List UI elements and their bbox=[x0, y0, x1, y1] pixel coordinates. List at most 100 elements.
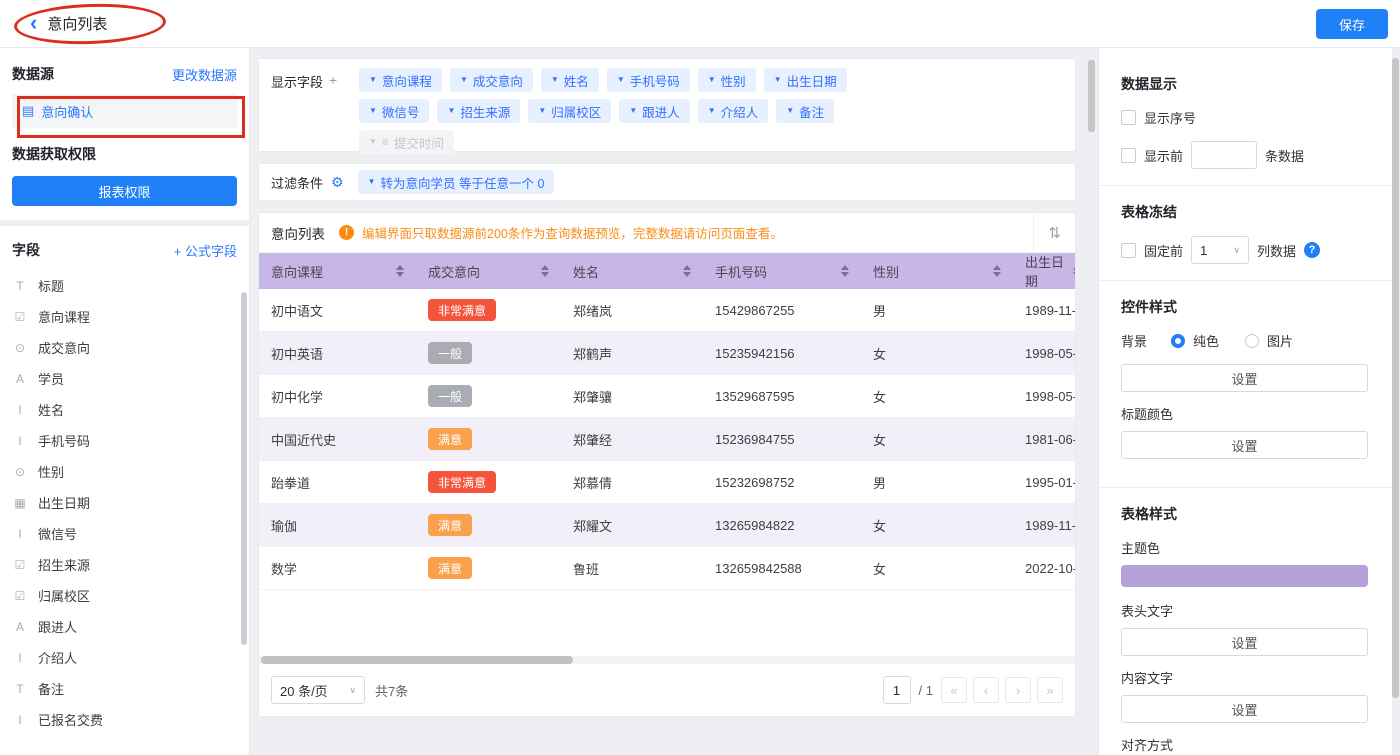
left-scrollbar[interactable] bbox=[241, 292, 247, 645]
field-chip[interactable]: ▼手机号码 bbox=[607, 68, 690, 92]
cell-text: 15236984755 bbox=[715, 432, 795, 447]
column-header[interactable]: 性别 bbox=[861, 253, 1013, 289]
field-item[interactable]: I手机号码 bbox=[12, 425, 237, 456]
field-chip[interactable]: ▼姓名 bbox=[541, 68, 599, 92]
chip-label: 微信号 bbox=[382, 102, 420, 121]
sorter-icon[interactable] bbox=[396, 265, 404, 277]
first-page-icon[interactable]: « bbox=[941, 677, 967, 703]
table-row[interactable]: 跆拳道非常满意郑慕倩15232698752男1995-01- bbox=[259, 461, 1076, 504]
header-text-set-button[interactable]: 设置 bbox=[1121, 628, 1368, 656]
field-chip[interactable]: ▼介绍人 bbox=[698, 99, 768, 123]
permission-title: 数据获取权限 bbox=[12, 144, 237, 164]
field-chip[interactable]: ▼备注 bbox=[776, 99, 834, 123]
add-field-icon[interactable]: + bbox=[329, 72, 337, 142]
cell-text: 郑慕倩 bbox=[573, 473, 612, 492]
page-size-select[interactable]: 20 条/页 ∨ bbox=[271, 676, 365, 704]
help-icon[interactable]: ? bbox=[1304, 242, 1320, 258]
sorter-icon[interactable] bbox=[993, 265, 1001, 277]
field-chip[interactable]: ▼归属校区 bbox=[528, 99, 611, 123]
intent-badge: 满意 bbox=[428, 514, 472, 536]
field-item[interactable]: ⊙性别 bbox=[12, 456, 237, 487]
column-header[interactable]: 姓名 bbox=[561, 253, 703, 289]
table-cell: 郑肇骧 bbox=[561, 375, 703, 417]
save-button[interactable]: 保存 bbox=[1316, 9, 1388, 39]
theme-color-swatch[interactable] bbox=[1121, 565, 1368, 587]
text-field-icon: I bbox=[12, 527, 28, 541]
solid-color-label: 纯色 bbox=[1193, 331, 1219, 350]
current-page[interactable]: 1 bbox=[883, 676, 911, 704]
table-row[interactable]: 中国近代史满意郑肇经15236984755女1981-06- bbox=[259, 418, 1076, 461]
field-item[interactable]: A跟进人 bbox=[12, 611, 237, 642]
field-chip[interactable]: ▼性别 bbox=[698, 68, 756, 92]
title-color-set-button[interactable]: 设置 bbox=[1121, 431, 1368, 459]
add-formula-field-link[interactable]: + 公式字段 bbox=[174, 241, 237, 260]
field-item[interactable]: I微信号 bbox=[12, 518, 237, 549]
cell-text: 数学 bbox=[271, 559, 297, 578]
field-item[interactable]: I已报名交费 bbox=[12, 704, 237, 735]
field-chip[interactable]: ▼微信号 bbox=[359, 99, 429, 123]
freeze-count-select[interactable]: 1 ∨ bbox=[1191, 236, 1249, 264]
last-page-icon[interactable]: » bbox=[1037, 677, 1063, 703]
field-chip[interactable]: ▼成交意向 bbox=[450, 68, 533, 92]
sorter-icon[interactable] bbox=[683, 265, 691, 277]
field-item[interactable]: ☑意向课程 bbox=[12, 301, 237, 332]
middle-scrollbar[interactable] bbox=[1088, 60, 1095, 132]
field-item[interactable]: I介绍人 bbox=[12, 642, 237, 673]
column-header[interactable]: 出生日期 bbox=[1013, 253, 1076, 289]
field-item[interactable]: T标题 bbox=[12, 270, 237, 301]
column-header[interactable]: 成交意向 bbox=[416, 253, 561, 289]
column-label: 性别 bbox=[873, 262, 899, 281]
freeze-checkbox[interactable] bbox=[1121, 243, 1136, 258]
filter-condition-chip[interactable]: ▼ 转为意向学员 等于任意一个 0 bbox=[358, 170, 555, 194]
sorter-icon[interactable] bbox=[841, 265, 849, 277]
table-cell: 女 bbox=[861, 547, 1013, 589]
field-item[interactable]: I姓名 bbox=[12, 394, 237, 425]
sorter-icon[interactable] bbox=[541, 265, 549, 277]
disabled-field-chip[interactable]: ▼≡提交时间 bbox=[359, 130, 454, 154]
field-item[interactable]: ☑招生来源 bbox=[12, 549, 237, 580]
datasource-item[interactable]: ▤ 意向确认 bbox=[12, 94, 237, 128]
back-icon[interactable]: ‹ bbox=[30, 12, 37, 34]
field-item[interactable]: ▦出生日期 bbox=[12, 487, 237, 518]
horizontal-scrollbar[interactable] bbox=[261, 656, 573, 664]
datasource-title: 数据源 bbox=[12, 64, 54, 84]
sort-icon[interactable]: ⇅ bbox=[1033, 213, 1075, 252]
next-page-icon[interactable]: › bbox=[1005, 677, 1031, 703]
field-item[interactable]: T备注 bbox=[12, 673, 237, 704]
cell-text: 男 bbox=[873, 473, 886, 492]
field-item[interactable]: ⊙成交意向 bbox=[12, 332, 237, 363]
show-index-checkbox[interactable] bbox=[1121, 110, 1136, 125]
row-limit-input[interactable] bbox=[1191, 141, 1257, 169]
image-radio[interactable] bbox=[1245, 334, 1259, 348]
solid-color-radio[interactable] bbox=[1171, 334, 1185, 348]
table-cell: 2022-10- bbox=[1013, 547, 1076, 589]
cell-text: 初中英语 bbox=[271, 344, 323, 363]
field-chip[interactable]: ▼跟进人 bbox=[619, 99, 689, 123]
sorter-icon[interactable] bbox=[1073, 265, 1076, 277]
field-chip[interactable]: ▼出生日期 bbox=[764, 68, 847, 92]
page-scrollbar[interactable] bbox=[1392, 58, 1399, 698]
table-row[interactable]: 初中英语一般郑鹤声15235942156女1998-05- bbox=[259, 332, 1076, 375]
table-cell: 初中语文 bbox=[259, 289, 416, 331]
chevron-down-icon: ∨ bbox=[349, 685, 356, 696]
show-first-checkbox[interactable] bbox=[1121, 148, 1136, 163]
table-style-title: 表格样式 bbox=[1121, 504, 1368, 524]
column-header[interactable]: 意向课程 bbox=[259, 253, 416, 289]
field-item[interactable]: A学员 bbox=[12, 363, 237, 394]
field-chip[interactable]: ▼意向课程 bbox=[359, 68, 442, 92]
table-row[interactable]: 初中化学一般郑肇骧13529687595女1998-05- bbox=[259, 375, 1076, 418]
gear-icon[interactable]: ⚙ bbox=[331, 174, 344, 191]
report-permission-button[interactable]: 报表权限 bbox=[12, 176, 237, 206]
background-set-button[interactable]: 设置 bbox=[1121, 364, 1368, 392]
field-item[interactable]: ☑归属校区 bbox=[12, 580, 237, 611]
table-row[interactable]: 初中语文非常满意郑绪岚15429867255男1989-11- bbox=[259, 289, 1076, 332]
table-row[interactable]: 数学满意鲁班132659842588女2022-10- bbox=[259, 547, 1076, 590]
prev-page-icon[interactable]: ‹ bbox=[973, 677, 999, 703]
table-row[interactable]: 瑜伽满意郑耀文13265984822女1989-11- bbox=[259, 504, 1076, 547]
field-chip[interactable]: ▼招生来源 bbox=[437, 99, 520, 123]
content-text-set-button[interactable]: 设置 bbox=[1121, 695, 1368, 723]
column-header[interactable]: 手机号码 bbox=[703, 253, 861, 289]
field-label: 学员 bbox=[38, 369, 64, 388]
change-datasource-link[interactable]: 更改数据源 bbox=[172, 65, 237, 84]
caret-down-icon: ▼ bbox=[447, 107, 455, 115]
